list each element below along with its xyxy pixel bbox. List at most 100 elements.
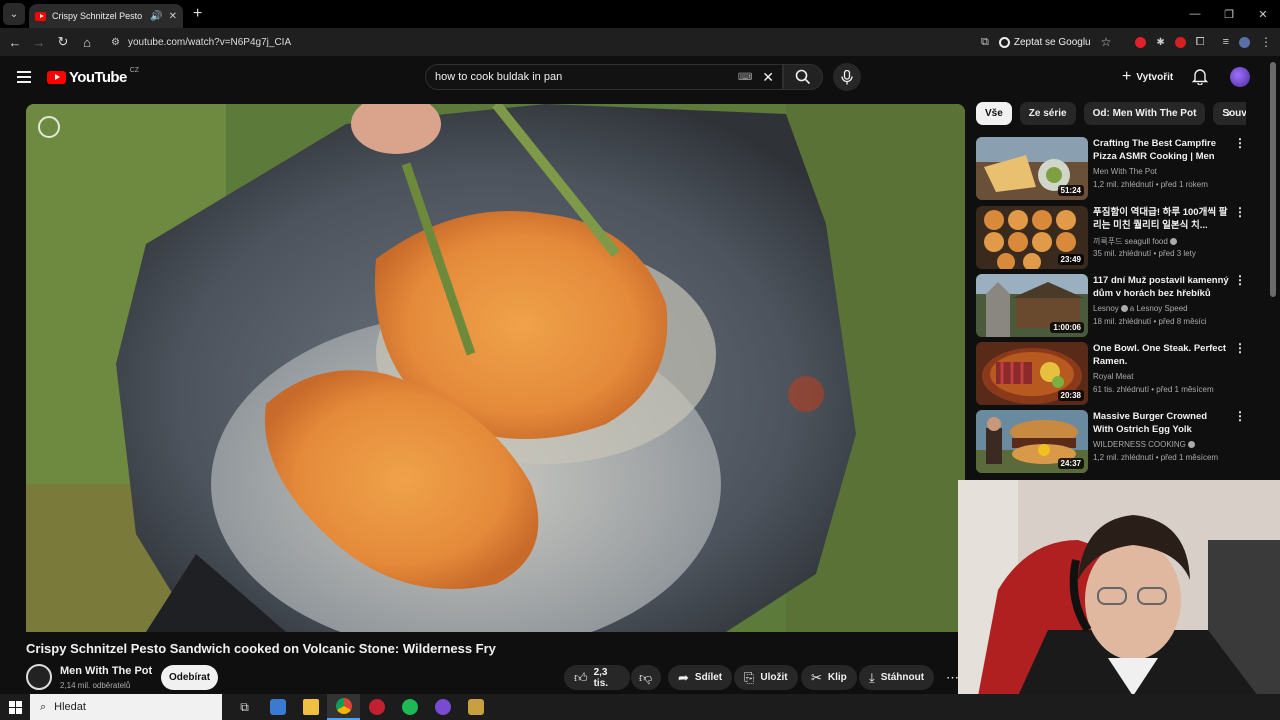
chip-series[interactable]: Ze série bbox=[1019, 102, 1076, 125]
recommendation-channel[interactable]: 끼룩푸드 seagull food bbox=[1093, 236, 1179, 247]
url-text[interactable]: youtube.com/watch?v=N6P4g7j_CIA bbox=[128, 37, 291, 48]
more-vertical-icon[interactable]: ⋮ bbox=[1234, 137, 1246, 149]
search-input[interactable]: how to cook buldak in pan bbox=[435, 71, 738, 83]
thumbs-down-icon: 👎︎ bbox=[639, 669, 653, 685]
minimize-icon[interactable]: — bbox=[1178, 8, 1212, 21]
like-button[interactable]: 👍︎ 2,3 tis. bbox=[564, 665, 630, 690]
store-icon[interactable] bbox=[261, 694, 294, 720]
share-label: Sdílet bbox=[694, 672, 723, 683]
new-tab-button[interactable]: + bbox=[193, 5, 202, 23]
recommendation-title[interactable]: One Bowl. One Steak. Perfect Ramen. bbox=[1093, 342, 1229, 368]
recommendation-title[interactable]: 푸짐함이 역대급! 하루 100개씩 팔리는 미친 퀄리티 일본식 치... bbox=[1093, 206, 1229, 232]
video-thumbnail[interactable]: 24:37 bbox=[976, 410, 1088, 473]
file-explorer-icon[interactable] bbox=[294, 694, 327, 720]
browser-tabstrip: ⌄ Crispy Schnitzel Pesto Sandw 🔊 ✕ + — ❐… bbox=[0, 0, 1280, 28]
recommendation-channel[interactable]: Lesnoy a Lesnoy Speed bbox=[1093, 304, 1188, 313]
recommendation-title[interactable]: Massive Burger Crowned With Ostrich Egg … bbox=[1093, 410, 1229, 436]
site-info-icon[interactable]: ⚙ bbox=[111, 37, 120, 48]
search-icon bbox=[795, 69, 811, 85]
restore-icon[interactable]: ❐ bbox=[1212, 8, 1246, 21]
extension-adblock-icon[interactable] bbox=[1174, 36, 1186, 48]
youtube-logo[interactable]: YouTube CZ bbox=[47, 66, 140, 86]
recommendation-item[interactable]: 23:49 푸짐함이 역대급! 하루 100개씩 팔리는 미친 퀄리티 일본식 … bbox=[976, 206, 1246, 270]
ask-google-button[interactable]: Zeptat se Googlu bbox=[998, 36, 1091, 48]
video-thumbnail[interactable]: 20:38 bbox=[976, 342, 1088, 405]
home-icon[interactable]: ⌂ bbox=[75, 35, 99, 50]
clear-search-icon[interactable]: ✕ bbox=[762, 69, 774, 86]
more-vertical-icon[interactable]: ⋮ bbox=[1234, 206, 1246, 218]
channel-name[interactable]: Men With The Pot bbox=[60, 665, 152, 677]
profile-avatar[interactable] bbox=[1239, 36, 1250, 48]
browser-tab[interactable]: Crispy Schnitzel Pesto Sandw 🔊 ✕ bbox=[29, 4, 183, 28]
recommendation-title[interactable]: 117 dní Muž postavil kamenný dům v horác… bbox=[1093, 274, 1229, 300]
recommendation-item[interactable]: 1:00:06 117 dní Muž postavil kamenný dům… bbox=[976, 274, 1246, 338]
speaker-icon[interactable]: 🔊 bbox=[150, 11, 162, 22]
recommendation-item[interactable]: 24:37 Massive Burger Crowned With Ostric… bbox=[976, 410, 1246, 474]
spotify-icon[interactable] bbox=[393, 694, 426, 720]
channel-watermark-icon[interactable] bbox=[38, 116, 60, 138]
recommendation-channel[interactable]: WILDERNESS COOKING bbox=[1093, 440, 1197, 449]
bookmark-star-icon[interactable]: ☆ bbox=[1101, 35, 1112, 49]
recommendation-item[interactable]: 20:38 One Bowl. One Steak. Perfect Ramen… bbox=[976, 342, 1246, 406]
video-duration: 20:38 bbox=[1057, 390, 1084, 401]
extension-red-icon[interactable] bbox=[1135, 36, 1147, 48]
recommendation-meta: 18 mil. zhlédnutí • před 8 měsíci bbox=[1093, 317, 1207, 326]
extension-tool-icon[interactable]: ✱ bbox=[1156, 37, 1164, 48]
forward-icon[interactable]: → bbox=[27, 35, 51, 50]
microphone-icon bbox=[841, 69, 853, 84]
chip-all[interactable]: Vše bbox=[976, 102, 1012, 125]
taskbar-search[interactable]: ⌕ Hledat bbox=[30, 694, 222, 720]
recommendation-item[interactable]: 51:24 Crafting The Best Campfire Pizza A… bbox=[976, 137, 1246, 201]
more-vertical-icon[interactable]: ⋮ bbox=[1234, 410, 1246, 422]
voice-search-button[interactable] bbox=[833, 63, 861, 91]
close-tab-icon[interactable]: ✕ bbox=[169, 11, 177, 22]
dislike-button[interactable]: 👎︎ bbox=[631, 665, 661, 690]
cast-icon[interactable]: ⧉ bbox=[981, 36, 989, 49]
keyboard-icon[interactable]: ⌨ bbox=[738, 72, 752, 83]
chevron-right-icon[interactable]: › bbox=[1220, 104, 1238, 124]
back-icon[interactable]: ← bbox=[3, 35, 27, 50]
menu-hamburger-icon[interactable] bbox=[17, 71, 31, 83]
video-thumbnail[interactable]: 1:00:06 bbox=[976, 274, 1088, 337]
task-view-icon[interactable]: ⧉ bbox=[228, 694, 261, 720]
omnibox[interactable]: ⚙ youtube.com/watch?v=N6P4g7j_CIA bbox=[105, 31, 945, 53]
search-button[interactable] bbox=[783, 64, 823, 90]
reload-icon[interactable]: ↻ bbox=[51, 34, 75, 50]
windows-start-icon[interactable] bbox=[0, 700, 30, 714]
close-window-icon[interactable]: ✕ bbox=[1246, 8, 1280, 21]
search-box[interactable]: how to cook buldak in pan ⌨ ✕ bbox=[425, 64, 783, 90]
video-thumbnail[interactable]: 51:24 bbox=[976, 137, 1088, 200]
recommendation-channel[interactable]: Men With The Pot bbox=[1093, 167, 1157, 176]
channel-avatar[interactable] bbox=[26, 664, 52, 690]
ask-google-label: Zeptat se Googlu bbox=[1013, 36, 1091, 48]
browser-menu-icon[interactable]: ⋮ bbox=[1260, 35, 1272, 49]
video-player[interactable] bbox=[26, 104, 965, 632]
reading-list-icon[interactable]: ≡ bbox=[1223, 36, 1229, 48]
save-label: Uložit bbox=[760, 672, 788, 683]
region-code: CZ bbox=[129, 66, 140, 74]
extensions-puzzle-icon[interactable]: ⧠ bbox=[1196, 36, 1205, 49]
recommendation-title[interactable]: Crafting The Best Campfire Pizza ASMR Co… bbox=[1093, 137, 1229, 164]
game-app-icon[interactable] bbox=[459, 694, 492, 720]
chrome-icon[interactable] bbox=[327, 694, 360, 720]
windows-logo-icon bbox=[8, 700, 22, 714]
notifications-bell-icon[interactable] bbox=[1192, 67, 1208, 85]
channel-label: Lesnoy bbox=[1093, 304, 1119, 313]
account-avatar[interactable] bbox=[1230, 67, 1250, 87]
recommendation-channel[interactable]: Royal Meat bbox=[1093, 372, 1133, 381]
clip-button[interactable]: ✂ Klip bbox=[801, 665, 857, 690]
download-button[interactable]: ⤓ Stáhnout bbox=[859, 665, 935, 690]
subscribe-button[interactable]: Odebírat bbox=[161, 665, 218, 690]
save-button[interactable]: ⎘ Uložit bbox=[734, 665, 798, 690]
video-thumbnail[interactable]: 23:49 bbox=[976, 206, 1088, 269]
more-vertical-icon[interactable]: ⋮ bbox=[1234, 342, 1246, 354]
create-button[interactable]: + Vytvořit bbox=[1116, 64, 1179, 90]
media-app-icon[interactable] bbox=[360, 694, 393, 720]
taskbar-search-placeholder: Hledat bbox=[54, 701, 86, 713]
chat-app-icon[interactable] bbox=[426, 694, 459, 720]
chip-from-channel[interactable]: Od: Men With The Pot bbox=[1083, 102, 1206, 125]
page-scrollbar[interactable] bbox=[1270, 62, 1276, 297]
share-button[interactable]: ➦ Sdílet bbox=[668, 665, 733, 690]
more-vertical-icon[interactable]: ⋮ bbox=[1234, 274, 1246, 286]
tab-search-button[interactable]: ⌄ bbox=[3, 3, 25, 25]
